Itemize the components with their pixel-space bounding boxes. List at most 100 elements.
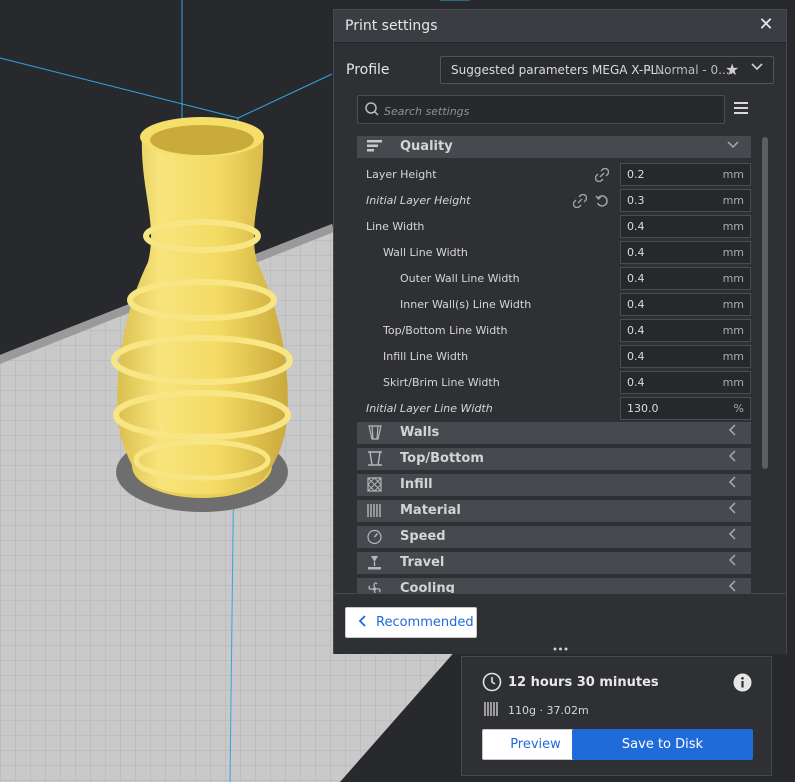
search-input[interactable] [382, 100, 716, 122]
setting-line-width: Line Width 0.4 mm [357, 214, 751, 240]
setting-initial-layer-line-width: Initial Layer Line Width 130.0 % [357, 396, 751, 422]
setting-unit: mm [722, 272, 744, 285]
setting-unit: mm [722, 376, 744, 389]
wall-line-width-field[interactable]: 0.4 mm [620, 241, 751, 264]
setting-inner-wall-line-width: Inner Wall(s) Line Width 0.4 mm [357, 292, 751, 318]
setting-wall-line-width: Wall Line Width 0.4 mm [357, 240, 751, 266]
clock-icon [482, 672, 502, 696]
material-icon [366, 503, 384, 523]
profile-quality: - Normal - 0.... [647, 63, 734, 77]
material-usage: 110g · 37.02m [508, 704, 589, 717]
setting-unit: mm [722, 220, 744, 233]
settings-menu-icon[interactable] [734, 102, 748, 114]
spool-icon [484, 701, 500, 721]
panel-footer: Recommended [334, 593, 786, 654]
setting-label: Skirt/Brim Line Width [383, 376, 500, 389]
resize-grip-icon[interactable] [553, 646, 568, 652]
infill-icon [366, 477, 384, 497]
setting-layer-height: Layer Height 0.2 mm [357, 162, 751, 188]
setting-initial-layer-height: Initial Layer Height 0.3 mm [357, 188, 751, 214]
setting-label: Layer Height [366, 168, 437, 181]
skirt-brim-line-width-field[interactable]: 0.4 mm [620, 371, 751, 394]
search-icon [364, 101, 380, 121]
setting-unit: mm [722, 298, 744, 311]
setting-value: 0.4 [627, 324, 645, 337]
chevron-left-icon [727, 528, 739, 544]
inner-wall-line-width-field[interactable]: 0.4 mm [620, 293, 751, 316]
chevron-left-icon [727, 450, 739, 466]
outer-wall-line-width-field[interactable]: 0.4 mm [620, 267, 751, 290]
profile-name: Suggested parameters MEGA X-PL... [451, 63, 669, 77]
setting-unit: % [733, 402, 744, 415]
vase-model[interactable] [111, 117, 293, 512]
close-icon[interactable]: ✕ [756, 15, 776, 35]
panel-title: Print settings [345, 18, 438, 34]
category-top-bottom[interactable]: Top/Bottom [357, 448, 751, 470]
setting-label: Infill Line Width [383, 350, 469, 363]
chevron-left-icon [727, 424, 739, 440]
setting-label: Outer Wall Line Width [400, 272, 520, 285]
top-bottom-icon [366, 451, 384, 471]
category-quality[interactable]: Quality [357, 136, 751, 158]
category-label: Material [400, 503, 461, 518]
line-width-field[interactable]: 0.4 mm [620, 215, 751, 238]
setting-value: 130.0 [627, 402, 659, 415]
setting-value: 0.4 [627, 220, 645, 233]
travel-icon [366, 555, 384, 575]
speed-icon [366, 529, 384, 549]
setting-label: Initial Layer Height [366, 194, 471, 207]
settings-scrollbar[interactable] [762, 137, 768, 469]
setting-unit: mm [722, 246, 744, 259]
category-speed[interactable]: Speed [357, 526, 751, 548]
initial-layer-height-field[interactable]: 0.3 mm [620, 189, 751, 212]
category-walls[interactable]: Walls [357, 422, 751, 444]
walls-icon [366, 425, 384, 445]
setting-label: Top/Bottom Line Width [383, 324, 508, 337]
setting-value: 0.3 [627, 194, 645, 207]
star-icon[interactable]: ★ [725, 60, 739, 79]
category-label: Cooling [400, 581, 455, 593]
setting-value: 0.4 [627, 350, 645, 363]
chevron-left-icon [358, 614, 368, 632]
info-icon[interactable] [733, 673, 752, 696]
top-bottom-line-width-field[interactable]: 0.4 mm [620, 319, 751, 342]
chevron-down-icon [727, 138, 739, 154]
panel-titlebar[interactable]: Print settings ✕ [334, 10, 786, 43]
layer-height-field[interactable]: 0.2 mm [620, 163, 751, 186]
category-infill[interactable]: Infill [357, 474, 751, 496]
recommended-button[interactable]: Recommended [345, 607, 477, 638]
print-time: 12 hours 30 minutes [508, 675, 659, 690]
initial-layer-line-width-field[interactable]: 130.0 % [620, 397, 751, 420]
category-label: Walls [400, 425, 440, 440]
chevron-down-icon [751, 60, 763, 76]
chevron-left-icon [727, 580, 739, 593]
category-travel[interactable]: Travel [357, 552, 751, 574]
setting-label: Inner Wall(s) Line Width [400, 298, 532, 311]
save-to-disk-button[interactable]: Save to Disk [572, 729, 753, 760]
link-icon[interactable] [572, 193, 588, 212]
setting-unit: mm [722, 324, 744, 337]
chevron-left-icon [727, 554, 739, 570]
link-icon[interactable] [594, 167, 610, 186]
recommended-label: Recommended [376, 615, 474, 630]
setting-label: Initial Layer Line Width [366, 402, 493, 415]
profile-dropdown[interactable]: Suggested parameters MEGA X-PL... - Norm… [440, 56, 774, 84]
settings-list: Quality Layer Height 0.2 mm Initial Laye… [357, 136, 752, 593]
chevron-left-icon [727, 502, 739, 518]
category-label: Speed [400, 529, 446, 544]
setting-skirt-brim-line-width: Skirt/Brim Line Width 0.4 mm [357, 370, 751, 396]
profile-label: Profile [346, 62, 390, 78]
setting-label: Wall Line Width [383, 246, 468, 259]
print-settings-panel: Print settings ✕ Profile Suggested param… [333, 9, 787, 654]
category-material[interactable]: Material [357, 500, 751, 522]
reset-icon[interactable] [595, 193, 609, 212]
job-specs-panel: 12 hours 30 minutes 110g · 37.02m Previe… [461, 656, 772, 776]
setting-unit: mm [722, 194, 744, 207]
cooling-icon [366, 581, 384, 593]
setting-value: 0.4 [627, 246, 645, 259]
setting-label: Line Width [366, 220, 425, 233]
chevron-left-icon [727, 476, 739, 492]
category-label: Travel [400, 555, 445, 570]
infill-line-width-field[interactable]: 0.4 mm [620, 345, 751, 368]
category-cooling[interactable]: Cooling [357, 578, 751, 593]
